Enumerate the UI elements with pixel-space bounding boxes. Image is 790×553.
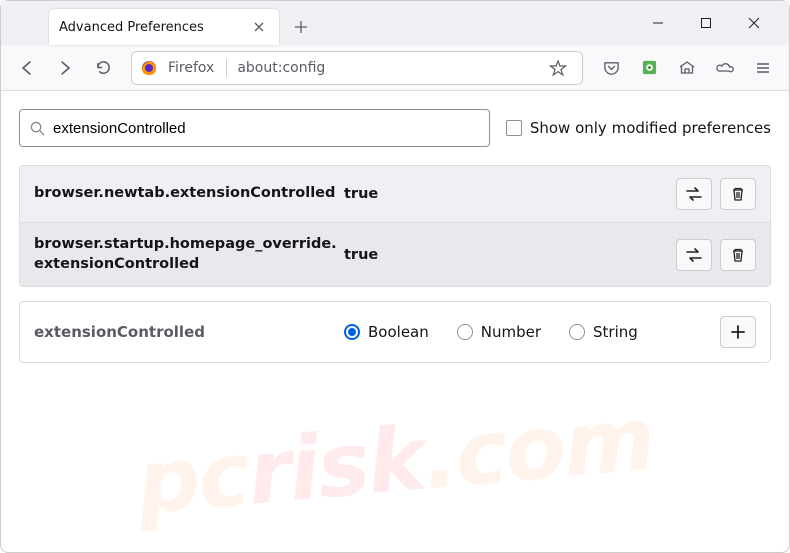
bookmark-star-icon[interactable] bbox=[542, 52, 574, 84]
content-area: Show only modified preferences browser.n… bbox=[1, 91, 789, 381]
pref-value: true bbox=[344, 186, 676, 202]
pocket-icon[interactable] bbox=[595, 52, 627, 84]
nav-toolbar: Firefox about:config bbox=[1, 45, 789, 91]
pref-row[interactable]: browser.newtab.extensionControlled true bbox=[20, 166, 770, 223]
modified-only-checkbox[interactable]: Show only modified preferences bbox=[506, 119, 771, 137]
minimize-button[interactable] bbox=[635, 7, 681, 39]
cloud-icon[interactable] bbox=[709, 52, 741, 84]
pref-table: browser.newtab.extensionControlled true … bbox=[19, 165, 771, 287]
delete-button[interactable] bbox=[720, 178, 756, 210]
toggle-button[interactable] bbox=[676, 178, 712, 210]
toggle-button[interactable] bbox=[676, 239, 712, 271]
new-tab-button[interactable] bbox=[287, 13, 315, 41]
search-box[interactable] bbox=[19, 109, 490, 147]
close-tab-button[interactable] bbox=[249, 17, 269, 37]
search-icon bbox=[30, 121, 45, 136]
firefox-logo-icon bbox=[140, 59, 158, 77]
checkbox-icon bbox=[506, 120, 522, 136]
radio-label: String bbox=[593, 323, 638, 341]
tab-title: Advanced Preferences bbox=[59, 20, 249, 35]
identity-box[interactable]: Firefox bbox=[140, 59, 218, 77]
new-pref-row: extensionControlled Boolean Number Strin… bbox=[19, 301, 771, 363]
pref-name: browser.newtab.extensionControlled bbox=[34, 184, 344, 204]
checkbox-label: Show only modified preferences bbox=[530, 119, 771, 137]
search-input[interactable] bbox=[53, 120, 479, 137]
titlebar: Advanced Preferences bbox=[1, 1, 789, 45]
close-window-button[interactable] bbox=[731, 7, 777, 39]
back-button[interactable] bbox=[11, 52, 43, 84]
url-text: about:config bbox=[227, 60, 325, 76]
pref-actions bbox=[676, 239, 756, 271]
radio-icon bbox=[569, 324, 585, 340]
url-bar[interactable]: Firefox about:config bbox=[131, 51, 583, 85]
radio-label: Number bbox=[481, 323, 541, 341]
forward-button[interactable] bbox=[49, 52, 81, 84]
radio-label: Boolean bbox=[368, 323, 429, 341]
search-row: Show only modified preferences bbox=[19, 109, 771, 147]
radio-boolean[interactable]: Boolean bbox=[344, 323, 429, 341]
pref-actions bbox=[676, 178, 756, 210]
extension-icon[interactable] bbox=[633, 52, 665, 84]
app-menu-button[interactable] bbox=[747, 52, 779, 84]
identity-label: Firefox bbox=[164, 60, 218, 76]
pref-name: browser.startup.homepage_override.extens… bbox=[34, 235, 344, 274]
radio-string[interactable]: String bbox=[569, 323, 638, 341]
radio-icon bbox=[457, 324, 473, 340]
window-controls bbox=[635, 7, 781, 39]
type-radio-group: Boolean Number String bbox=[344, 323, 720, 341]
radio-number[interactable]: Number bbox=[457, 323, 541, 341]
new-pref-name: extensionControlled bbox=[34, 323, 344, 341]
delete-button[interactable] bbox=[720, 239, 756, 271]
pref-value: true bbox=[344, 247, 676, 263]
account-icon[interactable] bbox=[671, 52, 703, 84]
watermark: pcrisk.com bbox=[133, 387, 657, 535]
pref-row[interactable]: browser.startup.homepage_override.extens… bbox=[20, 223, 770, 286]
add-button[interactable] bbox=[720, 316, 756, 348]
radio-icon bbox=[344, 324, 360, 340]
maximize-button[interactable] bbox=[683, 7, 729, 39]
reload-button[interactable] bbox=[87, 52, 119, 84]
active-tab[interactable]: Advanced Preferences bbox=[49, 9, 279, 45]
